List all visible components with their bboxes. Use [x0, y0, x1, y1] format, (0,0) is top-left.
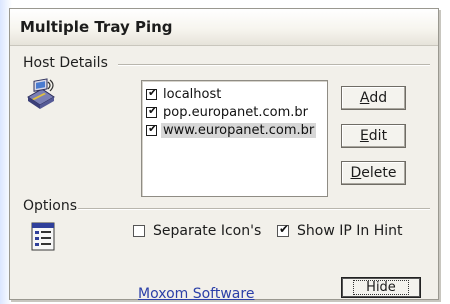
show-ip-checkbox[interactable]: ✔	[277, 222, 290, 237]
separate-icons-checkbox[interactable]	[133, 225, 145, 237]
check-mark-icon: ✔	[279, 222, 290, 236]
hide-button-label: Hide	[353, 280, 409, 295]
check-mark-icon: ✔	[148, 85, 158, 99]
host-checkbox[interactable]: ✔	[146, 103, 158, 118]
add-button[interactable]: Add	[341, 86, 406, 110]
moxom-software-link[interactable]: Moxom Software	[138, 286, 254, 302]
host-details-label: Host Details	[23, 55, 108, 71]
host-checkbox[interactable]: ✔	[146, 121, 158, 136]
host-list-item[interactable]: ✔ localhost	[146, 85, 223, 103]
delete-button[interactable]: Delete	[341, 161, 406, 185]
options-separator	[78, 208, 430, 210]
host-name: www.europanet.com.br	[161, 122, 317, 138]
show-ip-option[interactable]: ✔ Show IP In Hint	[277, 222, 403, 239]
dialog-window: Multiple Tray Ping Host Details ✔ localh…	[9, 8, 439, 302]
host-name: pop.europanet.com.br	[163, 104, 309, 120]
show-ip-label: Show IP In Hint	[297, 223, 403, 239]
host-list[interactable]: ✔ localhost ✔ pop.europanet.com.br ✔ www…	[141, 80, 328, 197]
host-list-item[interactable]: ✔ pop.europanet.com.br	[146, 103, 310, 121]
check-mark-icon: ✔	[148, 121, 158, 135]
options-label: Options	[23, 198, 78, 214]
host-list-item[interactable]: ✔ www.europanet.com.br	[146, 121, 317, 139]
host-details-separator	[118, 64, 430, 66]
separate-icons-label: Separate Icon's	[153, 223, 262, 239]
edit-button[interactable]: Edit	[341, 124, 406, 148]
title-bar[interactable]: Multiple Tray Ping	[10, 9, 438, 46]
hide-button[interactable]: Hide	[341, 277, 421, 298]
host-checkbox[interactable]: ✔	[146, 85, 158, 100]
window-title: Multiple Tray Ping	[20, 18, 173, 36]
separate-icons-option[interactable]: Separate Icon's	[133, 223, 261, 239]
checklist-icon	[30, 222, 58, 252]
check-mark-icon: ✔	[148, 103, 158, 117]
network-computer-icon	[24, 77, 60, 113]
host-name: localhost	[163, 86, 222, 102]
